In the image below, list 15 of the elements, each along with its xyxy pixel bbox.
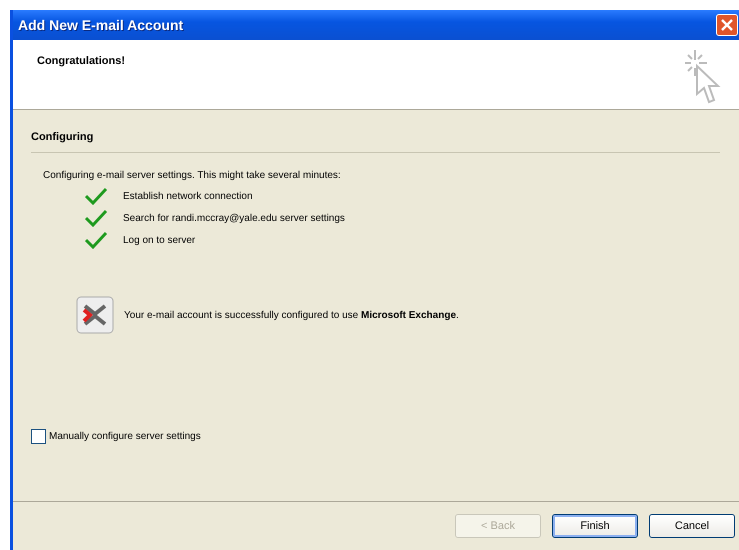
result-message: Your e-mail account is successfully configured to use Microsoft Exchange. [124,310,459,320]
step-label: Log on to server [123,234,196,246]
dialog-button[interactable]: Finish [552,514,638,538]
checkbox-label: Manually configure server settings [49,431,201,442]
close-icon [720,18,734,32]
intro-text: Configuring e-mail server settings. This might take several minutes: [43,170,342,181]
step-label: Search for randi.mccray@yale.edu server settings [123,212,345,224]
close-button[interactable] [716,14,738,36]
dialog-button[interactable]: Cancel [649,514,735,538]
section-title: Configuring [31,131,94,143]
header-title: Congratulations! [37,55,125,69]
window-title: Add New E-mail Account [18,17,184,33]
checkbox[interactable] [31,429,46,444]
step-label: Establish network connection [123,190,253,202]
sparkle-cursor-icon [683,48,723,106]
